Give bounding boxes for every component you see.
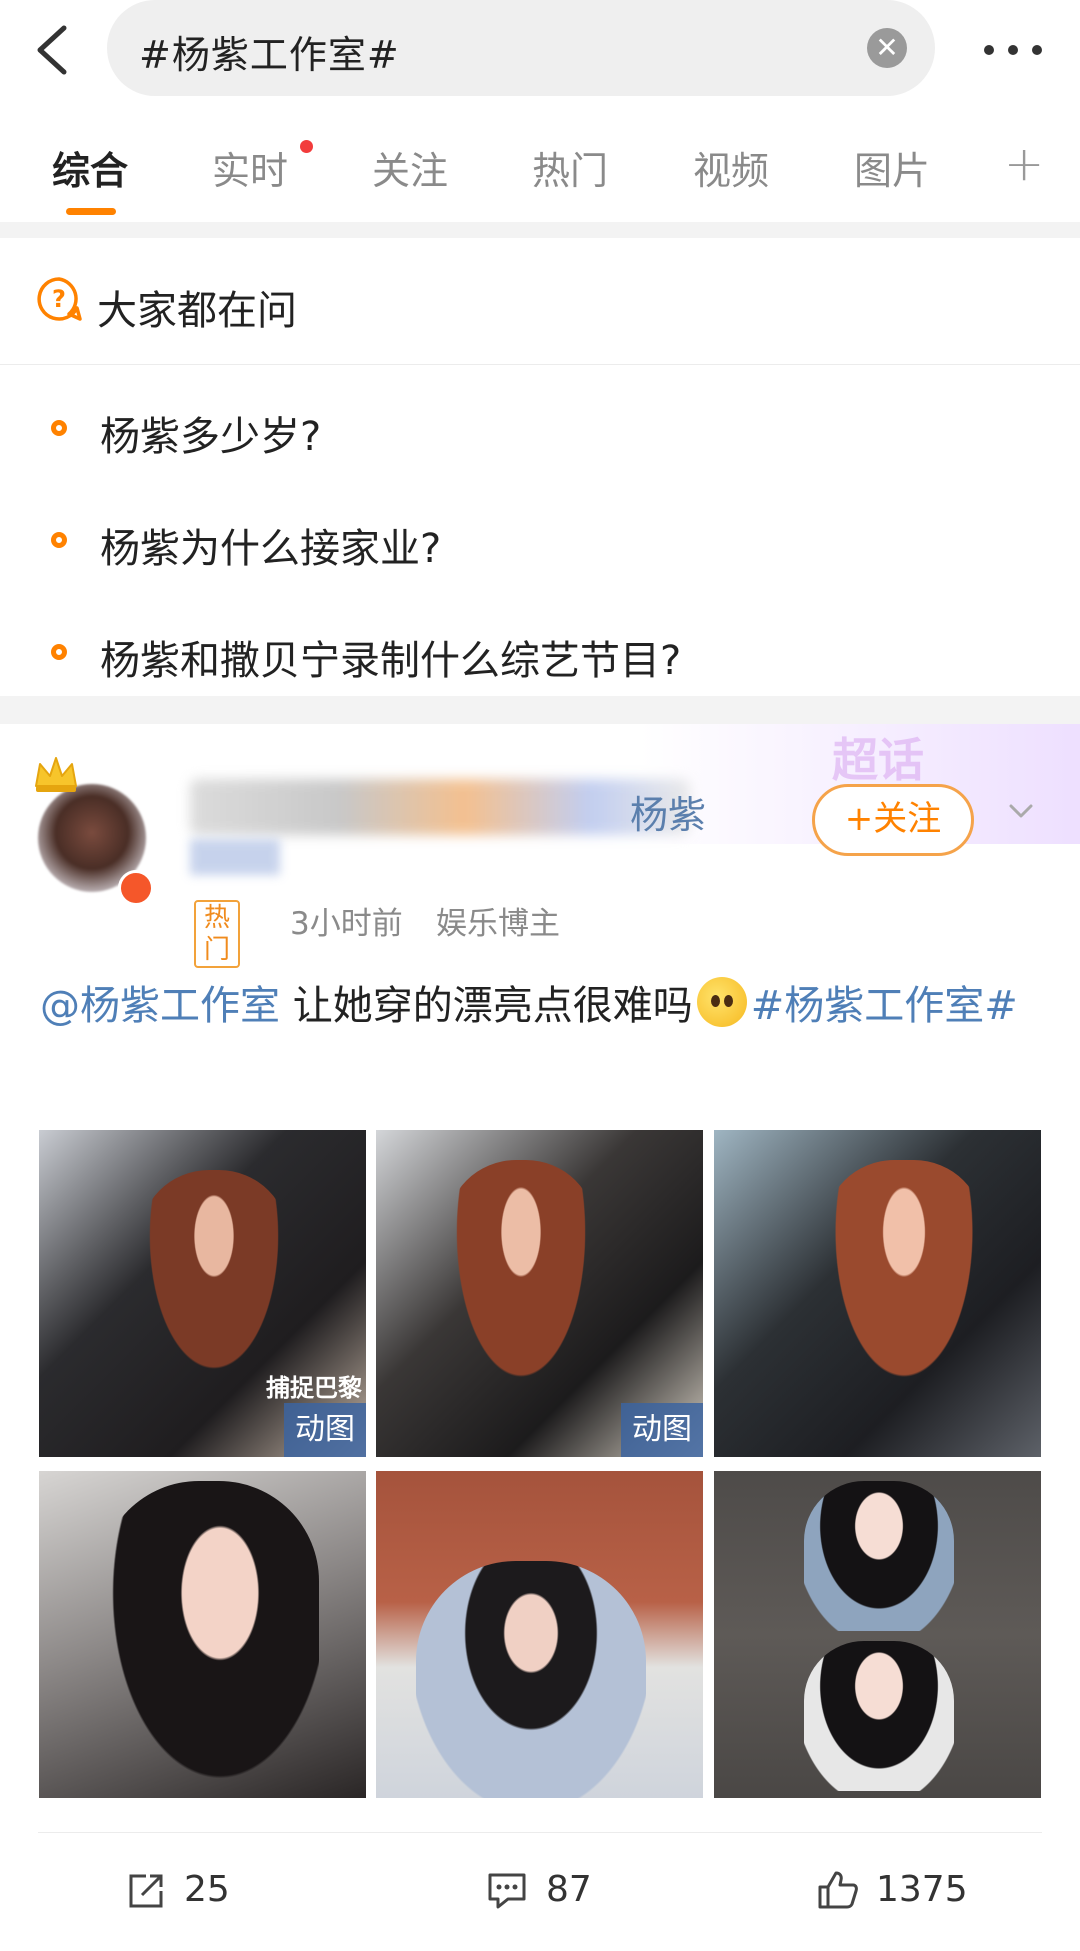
svg-text:?: ? [52,285,66,313]
post-image[interactable]: 捕捉巴黎 动图 [39,1130,366,1457]
image-grid: 捕捉巴黎 动图 动图 [39,1130,1041,1798]
everyone-asks-card: ? 大家都在问 杨紫多少岁? 杨紫为什么接家业? 杨紫和撒贝宁录制什么综艺节目? [0,238,1080,696]
post-actions-bar: 25 87 1375 [38,1832,1042,1943]
bullet-icon [51,644,67,660]
share-icon [129,1874,163,1908]
tab-realtime[interactable]: 实时 [212,140,288,195]
comment-icon [488,1873,526,1909]
clear-search-button[interactable]: ✕ [867,28,907,68]
post-image[interactable]: 动图 [376,1130,703,1457]
ellipsis-dot [1032,45,1042,55]
post-text: 让她穿的漂亮点很难吗 [280,983,693,1029]
gif-badge: 动图 [284,1403,366,1457]
active-tab-indicator [66,208,116,215]
notification-dot [300,140,313,153]
question-icon: ? [37,277,82,321]
portrait-figure [804,1641,954,1791]
tab-bar: 综合 实时 关注 热门 视频 图片 + [0,100,1080,222]
question-text: 杨紫为什么接家业? [100,526,442,572]
question-text: 杨紫多少岁? [100,414,322,460]
question-item[interactable]: 杨紫和撒贝宁录制什么综艺节目? [0,608,1080,708]
tab-following[interactable]: 关注 [372,140,448,195]
gif-badge: 动图 [621,1403,703,1457]
question-item[interactable]: 杨紫多少岁? [0,384,1080,484]
search-input[interactable]: #杨紫工作室# ✕ [107,0,935,96]
username-line2-blurred [190,839,280,875]
post-time: 3小时前 [290,906,403,942]
portrait-figure [824,1160,984,1400]
tab-images[interactable]: 图片 [854,140,930,195]
everyone-asks-title: 大家都在问 [97,288,297,334]
everyone-asks-header: ? 大家都在问 [0,238,1080,365]
question-text: 杨紫和撒贝宁录制什么综艺节目? [100,638,682,684]
repost-button[interactable]: 25 [126,1867,246,1915]
chevron-left-icon [37,25,67,75]
chevron-down-icon[interactable] [1008,798,1034,824]
supertopic-deco-text: 超话 [832,733,924,787]
question-item[interactable]: 杨紫为什么接家业? [0,496,1080,596]
portrait-figure [139,1170,289,1390]
portrait-figure [99,1481,319,1798]
tab-hot[interactable]: 热门 [532,140,608,195]
post-body: @杨紫工作室 让她穿的漂亮点很难吗 #杨紫工作室# [40,974,1040,1038]
post-image[interactable] [714,1471,1041,1798]
post-image[interactable] [376,1471,703,1798]
search-query: #杨紫工作室# [139,33,400,77]
post-image[interactable] [39,1471,366,1798]
avatar-container[interactable] [35,754,154,906]
mention-link[interactable]: @杨紫工作室 [40,983,280,1029]
tab-video[interactable]: 视频 [693,140,769,195]
username-blurred[interactable] [190,779,690,835]
verified-badge-icon [118,870,154,906]
pleading-emoji-icon [696,977,747,1027]
bullet-icon [51,532,67,548]
add-tab-icon[interactable]: + [1004,136,1044,192]
close-icon: ✕ [875,31,899,64]
portrait-figure [446,1160,596,1400]
back-button[interactable] [30,22,80,78]
comment-button[interactable]: 87 [486,1867,606,1915]
tab-comprehensive[interactable]: 综合 [52,140,128,195]
author-role: 娱乐博主 [436,906,560,942]
image-caption: 捕捉巴黎 [266,1374,362,1402]
follow-button[interactable]: +关注 [812,784,974,856]
ellipsis-icon [984,45,994,55]
post-image[interactable] [714,1130,1041,1457]
crown-icon [35,757,77,792]
bullet-icon [51,420,67,436]
post-card: 超话 杨紫 +关注 热门 3小时前 娱乐博主 @杨紫工作室 让她穿的漂亮点很难吗… [0,724,1080,1951]
hot-badge: 热门 [194,900,241,968]
hashtag-link[interactable]: #杨紫工作室# [751,983,1018,1029]
like-count: 1375 [876,1869,968,1910]
top-bar: #杨紫工作室# ✕ [0,0,1080,100]
portrait-figure [804,1481,954,1631]
comment-count: 87 [546,1869,592,1910]
like-button[interactable]: 1375 [816,1867,986,1915]
more-options-button[interactable] [978,30,1048,70]
portrait-figure [416,1561,646,1798]
thumbs-up-icon [818,1871,858,1909]
ellipsis-dot [1008,45,1018,55]
username-visible[interactable]: 杨紫 [630,784,706,839]
repost-count: 25 [184,1869,230,1910]
